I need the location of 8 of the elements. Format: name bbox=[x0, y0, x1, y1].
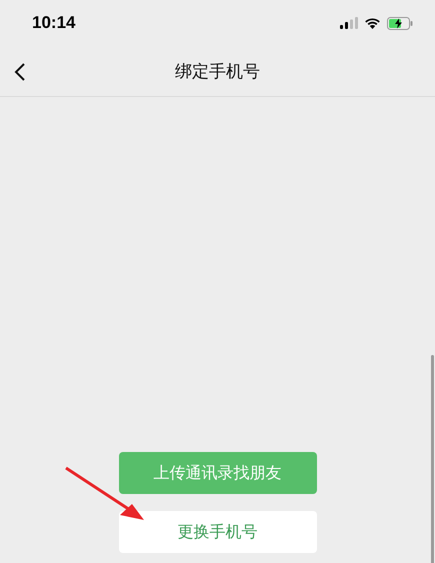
status-time: 10:14 bbox=[32, 13, 76, 33]
action-button[interactable]: 上传通讯录找朋友 bbox=[118, 452, 316, 494]
wifi-icon bbox=[364, 17, 381, 29]
action-button[interactable]: 更换手机号 bbox=[118, 511, 316, 553]
page-title: 绑定手机号 bbox=[175, 60, 260, 82]
battery-charging-icon bbox=[387, 16, 413, 30]
signal-icon bbox=[340, 17, 358, 29]
back-icon[interactable] bbox=[14, 62, 26, 82]
